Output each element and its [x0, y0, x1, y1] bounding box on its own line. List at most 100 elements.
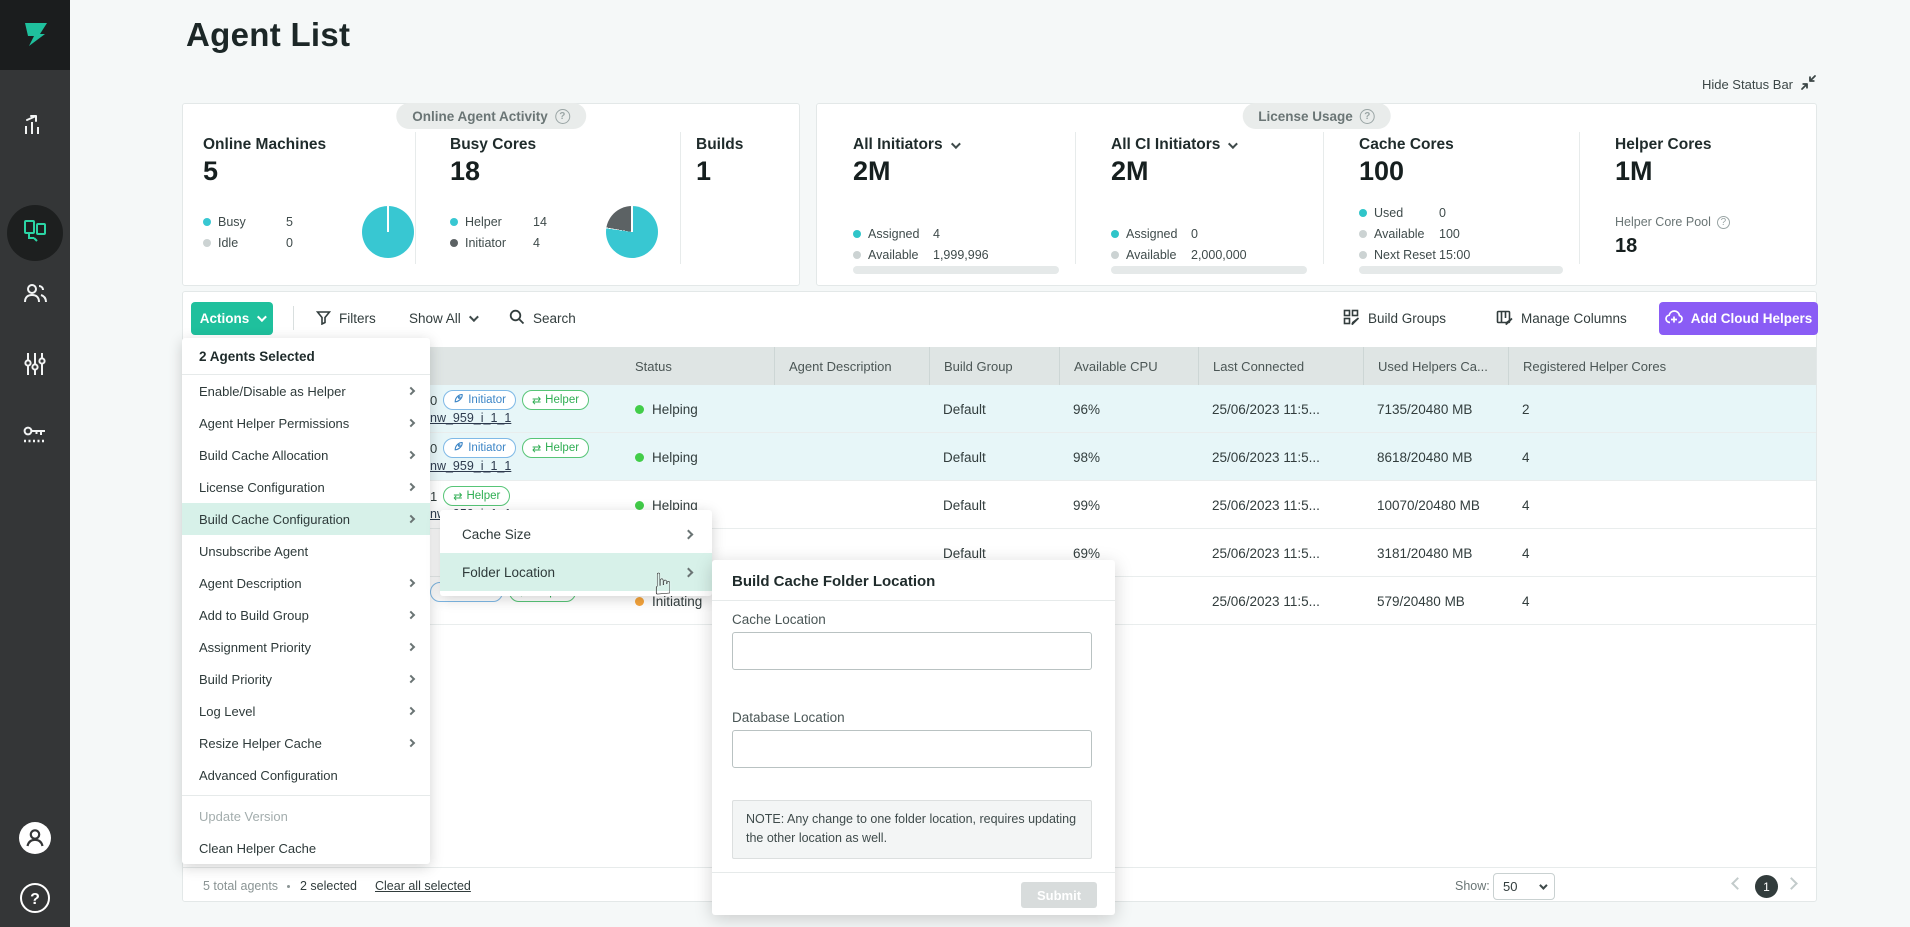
column-header-used-helpers-ca[interactable]: Used Helpers Ca... — [1363, 347, 1508, 385]
submit-button[interactable]: Submit — [1021, 882, 1097, 908]
agent-name-link[interactable]: nw_959_i_1_1 — [430, 411, 511, 425]
cache-location-input[interactable] — [732, 632, 1092, 670]
cores-cell: 4 — [1508, 481, 1816, 529]
page-size-select[interactable]: 50 — [1493, 873, 1555, 900]
menu-item-assignment-priority[interactable]: Assignment Priority — [182, 631, 430, 663]
menu-item-license-configuration[interactable]: License Configuration — [182, 471, 430, 503]
menu-item-enable-disable-as-helper[interactable]: Enable/Disable as Helper — [182, 375, 430, 407]
agent-badges: 0Initiator⇄Helper — [430, 438, 589, 458]
license-panel-label: License Usage — [1242, 103, 1391, 129]
legend-dot-icon — [1359, 251, 1367, 259]
menu-item-build-priority[interactable]: Build Priority — [182, 663, 430, 695]
menu-item-clean-helper-cache[interactable]: Clean Helper Cache — [182, 832, 430, 864]
legend-row: Used0 — [1359, 206, 1403, 220]
chevron-right-icon — [407, 419, 415, 427]
license-usage-panel: License Usage All Initiators2MAssigned4A… — [816, 103, 1817, 286]
actions-button[interactable]: Actions — [191, 302, 273, 335]
search-button[interactable]: Search — [509, 302, 576, 335]
last-connected-cell: 25/06/2023 11:5... — [1198, 433, 1363, 481]
menu-item-advanced-configuration[interactable]: Advanced Configuration — [182, 759, 430, 791]
legend-dot-icon — [450, 239, 458, 247]
chevron-down-icon — [257, 312, 267, 322]
column-header-available-cpu[interactable]: Available CPU — [1059, 347, 1198, 385]
panel-column-divider — [1075, 132, 1076, 264]
sidebar-item-users[interactable] — [0, 268, 70, 324]
legend-row: Assigned0 — [1111, 227, 1177, 241]
submenu-item-cache-size[interactable]: Cache Size — [440, 515, 712, 553]
column-header-status[interactable]: Status — [621, 347, 774, 385]
sidebar-item-settings[interactable] — [0, 338, 70, 394]
agents-icon — [22, 218, 48, 249]
column-header-last-connected[interactable]: Last Connected — [1198, 347, 1363, 385]
chevron-right-icon — [684, 529, 694, 539]
avatar-icon — [18, 821, 52, 860]
mouse-cursor-hand-icon — [646, 570, 681, 597]
brand-logo[interactable] — [0, 0, 70, 70]
stat-title: Helper Cores — [1615, 136, 1711, 154]
helper-badge: ⇄Helper — [443, 486, 510, 506]
current-page-button[interactable]: 1 — [1755, 875, 1778, 898]
add-cloud-helpers-button[interactable]: Add Cloud Helpers — [1659, 302, 1818, 335]
hide-status-bar-button[interactable]: Hide Status Bar — [1702, 74, 1817, 94]
legend-dot-icon — [1359, 209, 1367, 217]
column-header-registered-helper-cores[interactable]: Registered Helper Cores — [1508, 347, 1816, 385]
menu-item-build-cache-allocation[interactable]: Build Cache Allocation — [182, 439, 430, 471]
menu-item-agent-description[interactable]: Agent Description — [182, 567, 430, 599]
sync-arrows-icon: ⇄ — [532, 442, 541, 455]
build-groups-button[interactable]: Build Groups — [1343, 302, 1446, 335]
show-all-dropdown[interactable]: Show All — [409, 302, 476, 335]
next-page-button[interactable] — [1785, 877, 1798, 890]
chevron-right-icon — [407, 739, 415, 747]
status-dot-icon — [635, 597, 644, 606]
menu-item-log-level[interactable]: Log Level — [182, 695, 430, 727]
sidebar-item-licenses[interactable] — [0, 409, 70, 465]
sidebar-item-dashboard[interactable] — [0, 99, 70, 155]
menu-item-add-to-build-group[interactable]: Add to Build Group — [182, 599, 430, 631]
info-icon[interactable] — [1360, 109, 1375, 124]
column-header-build-group[interactable]: Build Group — [929, 347, 1059, 385]
chevron-right-icon — [407, 675, 415, 683]
legend-dot-icon — [203, 239, 211, 247]
menu-separator — [182, 795, 430, 796]
legend-dot-icon — [203, 218, 211, 226]
rocket-icon — [453, 393, 464, 407]
stat-value: 1M — [1615, 156, 1653, 187]
funnel-icon — [316, 310, 331, 328]
manage-columns-button[interactable]: Manage Columns — [1496, 302, 1627, 335]
show-label: Show: — [1455, 868, 1490, 904]
sidebar: ? — [0, 0, 70, 927]
legend-row: Available100 — [1359, 227, 1425, 241]
initiator-badge: Initiator — [443, 390, 516, 410]
chevron-right-icon — [407, 515, 415, 523]
sidebar-item-agents-active[interactable] — [0, 205, 70, 261]
stat-value: 100 — [1359, 156, 1404, 187]
stat-title[interactable]: All Initiators — [853, 136, 958, 154]
column-header-agent-description[interactable]: Agent Description — [774, 347, 929, 385]
online-panel-label: Online Agent Activity — [396, 103, 586, 129]
search-icon — [509, 309, 525, 328]
menu-header: 2 Agents Selected — [182, 338, 430, 375]
filters-button[interactable]: Filters — [316, 302, 376, 335]
chevron-right-icon — [407, 707, 415, 715]
sidebar-help[interactable]: ? — [0, 872, 70, 927]
clear-all-selected-link[interactable]: Clear all selected — [375, 868, 471, 904]
status-cell: Helping — [621, 385, 774, 433]
panel-column-divider — [1323, 132, 1324, 264]
dialog-title: Build Cache Folder Location — [732, 573, 935, 590]
database-location-input[interactable] — [732, 730, 1092, 768]
helper-badge: ⇄Helper — [522, 438, 589, 458]
agent-name-link[interactable]: nw_959_i_1_1 — [430, 459, 511, 473]
menu-item-resize-helper-cache[interactable]: Resize Helper Cache — [182, 727, 430, 759]
status-dot-icon — [635, 405, 644, 414]
legend-row: Available1,999,996 — [853, 248, 919, 262]
stat-title[interactable]: All CI Initiators — [1111, 136, 1235, 154]
pie-chart — [362, 206, 414, 258]
menu-item-agent-helper-permissions[interactable]: Agent Helper Permissions — [182, 407, 430, 439]
prev-page-button[interactable] — [1731, 877, 1744, 890]
agent-list-page: ? Agent List Hide Status Bar Online Agen… — [0, 0, 1910, 927]
sidebar-user-avatar[interactable] — [0, 812, 70, 868]
menu-item-unsubscribe-agent[interactable]: Unsubscribe Agent — [182, 535, 430, 567]
info-icon[interactable] — [1717, 216, 1730, 229]
info-icon[interactable] — [555, 109, 570, 124]
menu-item-build-cache-configuration[interactable]: Build Cache Configuration — [182, 503, 430, 535]
